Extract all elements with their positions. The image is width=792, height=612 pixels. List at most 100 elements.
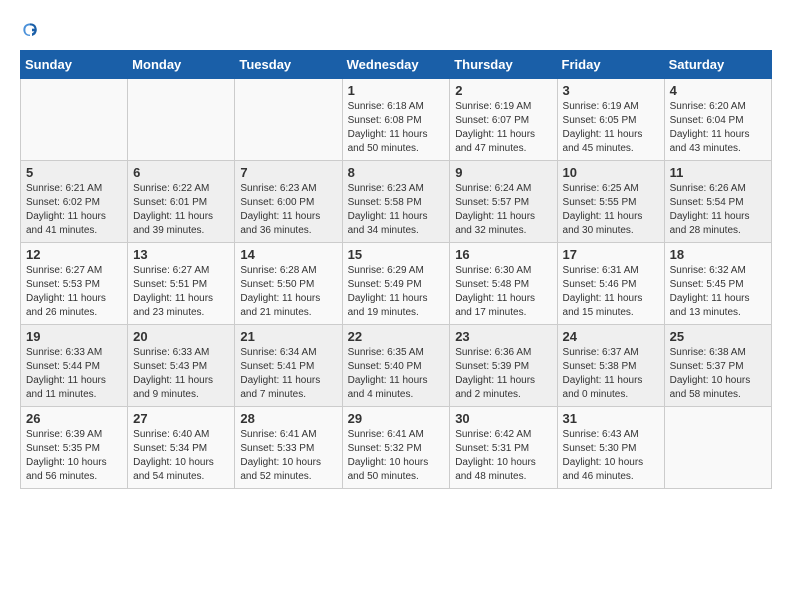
day-number: 5	[26, 165, 122, 180]
calendar-week-2: 5 Sunrise: 6:21 AM Sunset: 6:02 PM Daylig…	[21, 161, 772, 243]
day-number: 4	[670, 83, 766, 98]
calendar-cell: 31 Sunrise: 6:43 AM Sunset: 5:30 PM Dayli…	[557, 407, 664, 489]
calendar-cell: 21 Sunrise: 6:34 AM Sunset: 5:41 PM Dayli…	[235, 325, 342, 407]
calendar-cell: 16Sunrise: 6:30 AM Sunset: 5:48 PM Dayli…	[450, 243, 557, 325]
day-info: Sunrise: 6:33 AM Sunset: 5:44 PM Dayligh…	[26, 346, 122, 402]
day-info: Sunrise: 6:29 AM Sunset: 5:49 PM Dayligh…	[348, 264, 445, 320]
calendar-cell: 25 Sunrise: 6:38 AM Sunset: 5:37 PM Dayli…	[664, 325, 771, 407]
day-info: Sunrise: 6:42 AM Sunset: 5:31 PM Dayligh…	[455, 428, 551, 484]
day-number: 6	[133, 165, 229, 180]
calendar-cell: 9 Sunrise: 6:24 AM Sunset: 5:57 PM Daylig…	[450, 161, 557, 243]
calendar-cell: 18 Sunrise: 6:32 AM Sunset: 5:45 PM Dayli…	[664, 243, 771, 325]
day-number: 22	[348, 329, 445, 344]
calendar-cell	[235, 79, 342, 161]
day-info: Sunrise: 6:19 AM Sunset: 6:05 PM Dayligh…	[563, 100, 659, 156]
day-info: Sunrise: 6:27 AM Sunset: 5:51 PM Dayligh…	[133, 264, 229, 320]
day-header-monday: Monday	[128, 51, 235, 79]
calendar-cell: 14 Sunrise: 6:28 AM Sunset: 5:50 PM Dayli…	[235, 243, 342, 325]
day-number: 31	[563, 411, 659, 426]
calendar-cell: 24 Sunrise: 6:37 AM Sunset: 5:38 PM Dayli…	[557, 325, 664, 407]
day-number: 27	[133, 411, 229, 426]
day-info: Sunrise: 6:31 AM Sunset: 5:46 PM Dayligh…	[563, 264, 659, 320]
calendar-cell: 7 Sunrise: 6:23 AM Sunset: 6:00 PM Daylig…	[235, 161, 342, 243]
calendar-cell: 10 Sunrise: 6:25 AM Sunset: 5:55 PM Dayli…	[557, 161, 664, 243]
calendar-cell: 29Sunrise: 6:41 AM Sunset: 5:32 PM Dayli…	[342, 407, 450, 489]
calendar-header-row: SundayMondayTuesdayWednesdayThursdayFrid…	[21, 51, 772, 79]
day-number: 17	[563, 247, 659, 262]
day-info: Sunrise: 6:23 AM Sunset: 6:00 PM Dayligh…	[240, 182, 336, 238]
day-info: Sunrise: 6:18 AM Sunset: 6:08 PM Dayligh…	[348, 100, 445, 156]
day-header-tuesday: Tuesday	[235, 51, 342, 79]
page-header	[20, 20, 772, 40]
calendar-cell: 8 Sunrise: 6:23 AM Sunset: 5:58 PM Daylig…	[342, 161, 450, 243]
day-info: Sunrise: 6:32 AM Sunset: 5:45 PM Dayligh…	[670, 264, 766, 320]
day-info: Sunrise: 6:34 AM Sunset: 5:41 PM Dayligh…	[240, 346, 336, 402]
day-number: 23	[455, 329, 551, 344]
day-info: Sunrise: 6:26 AM Sunset: 5:54 PM Dayligh…	[670, 182, 766, 238]
day-info: Sunrise: 6:41 AM Sunset: 5:33 PM Dayligh…	[240, 428, 336, 484]
day-number: 12	[26, 247, 122, 262]
day-number: 3	[563, 83, 659, 98]
day-header-thursday: Thursday	[450, 51, 557, 79]
calendar-cell: 19 Sunrise: 6:33 AM Sunset: 5:44 PM Dayli…	[21, 325, 128, 407]
calendar-week-4: 19 Sunrise: 6:33 AM Sunset: 5:44 PM Dayli…	[21, 325, 772, 407]
day-info: Sunrise: 6:23 AM Sunset: 5:58 PM Dayligh…	[348, 182, 445, 238]
day-number: 2	[455, 83, 551, 98]
day-header-sunday: Sunday	[21, 51, 128, 79]
calendar-cell: 28 Sunrise: 6:41 AM Sunset: 5:33 PM Dayli…	[235, 407, 342, 489]
day-info: Sunrise: 6:39 AM Sunset: 5:35 PM Dayligh…	[26, 428, 122, 484]
day-number: 26	[26, 411, 122, 426]
day-info: Sunrise: 6:37 AM Sunset: 5:38 PM Dayligh…	[563, 346, 659, 402]
calendar-cell: 27 Sunrise: 6:40 AM Sunset: 5:34 PM Dayli…	[128, 407, 235, 489]
day-info: Sunrise: 6:25 AM Sunset: 5:55 PM Dayligh…	[563, 182, 659, 238]
day-number: 25	[670, 329, 766, 344]
calendar-cell: 22Sunrise: 6:35 AM Sunset: 5:40 PM Dayli…	[342, 325, 450, 407]
day-info: Sunrise: 6:40 AM Sunset: 5:34 PM Dayligh…	[133, 428, 229, 484]
calendar-week-1: 1 Sunrise: 6:18 AM Sunset: 6:08 PM Daylig…	[21, 79, 772, 161]
calendar-cell: 15Sunrise: 6:29 AM Sunset: 5:49 PM Dayli…	[342, 243, 450, 325]
day-info: Sunrise: 6:36 AM Sunset: 5:39 PM Dayligh…	[455, 346, 551, 402]
calendar-cell	[664, 407, 771, 489]
day-number: 7	[240, 165, 336, 180]
day-number: 19	[26, 329, 122, 344]
day-info: Sunrise: 6:43 AM Sunset: 5:30 PM Dayligh…	[563, 428, 659, 484]
calendar-cell: 12Sunrise: 6:27 AM Sunset: 5:53 PM Dayli…	[21, 243, 128, 325]
day-number: 13	[133, 247, 229, 262]
calendar-week-5: 26 Sunrise: 6:39 AM Sunset: 5:35 PM Dayli…	[21, 407, 772, 489]
day-number: 30	[455, 411, 551, 426]
calendar-cell	[21, 79, 128, 161]
day-info: Sunrise: 6:41 AM Sunset: 5:32 PM Dayligh…	[348, 428, 445, 484]
calendar-cell: 4 Sunrise: 6:20 AM Sunset: 6:04 PM Daylig…	[664, 79, 771, 161]
day-header-friday: Friday	[557, 51, 664, 79]
day-number: 14	[240, 247, 336, 262]
day-info: Sunrise: 6:21 AM Sunset: 6:02 PM Dayligh…	[26, 182, 122, 238]
calendar-cell	[128, 79, 235, 161]
day-number: 20	[133, 329, 229, 344]
day-info: Sunrise: 6:24 AM Sunset: 5:57 PM Dayligh…	[455, 182, 551, 238]
calendar-cell: 11 Sunrise: 6:26 AM Sunset: 5:54 PM Dayli…	[664, 161, 771, 243]
day-info: Sunrise: 6:28 AM Sunset: 5:50 PM Dayligh…	[240, 264, 336, 320]
calendar-cell: 30 Sunrise: 6:42 AM Sunset: 5:31 PM Dayli…	[450, 407, 557, 489]
day-number: 18	[670, 247, 766, 262]
day-header-wednesday: Wednesday	[342, 51, 450, 79]
logo-icon	[20, 20, 40, 40]
calendar-week-3: 12Sunrise: 6:27 AM Sunset: 5:53 PM Dayli…	[21, 243, 772, 325]
day-number: 24	[563, 329, 659, 344]
day-info: Sunrise: 6:19 AM Sunset: 6:07 PM Dayligh…	[455, 100, 551, 156]
calendar-table: SundayMondayTuesdayWednesdayThursdayFrid…	[20, 50, 772, 489]
day-number: 9	[455, 165, 551, 180]
calendar-cell: 23 Sunrise: 6:36 AM Sunset: 5:39 PM Dayli…	[450, 325, 557, 407]
day-info: Sunrise: 6:38 AM Sunset: 5:37 PM Dayligh…	[670, 346, 766, 402]
day-number: 10	[563, 165, 659, 180]
calendar-cell: 6Sunrise: 6:22 AM Sunset: 6:01 PM Daylig…	[128, 161, 235, 243]
calendar-cell: 26 Sunrise: 6:39 AM Sunset: 5:35 PM Dayli…	[21, 407, 128, 489]
day-number: 28	[240, 411, 336, 426]
day-number: 11	[670, 165, 766, 180]
calendar-cell: 17 Sunrise: 6:31 AM Sunset: 5:46 PM Dayli…	[557, 243, 664, 325]
calendar-cell: 2 Sunrise: 6:19 AM Sunset: 6:07 PM Daylig…	[450, 79, 557, 161]
day-number: 1	[348, 83, 445, 98]
calendar-cell: 20Sunrise: 6:33 AM Sunset: 5:43 PM Dayli…	[128, 325, 235, 407]
day-number: 8	[348, 165, 445, 180]
day-number: 21	[240, 329, 336, 344]
day-info: Sunrise: 6:20 AM Sunset: 6:04 PM Dayligh…	[670, 100, 766, 156]
